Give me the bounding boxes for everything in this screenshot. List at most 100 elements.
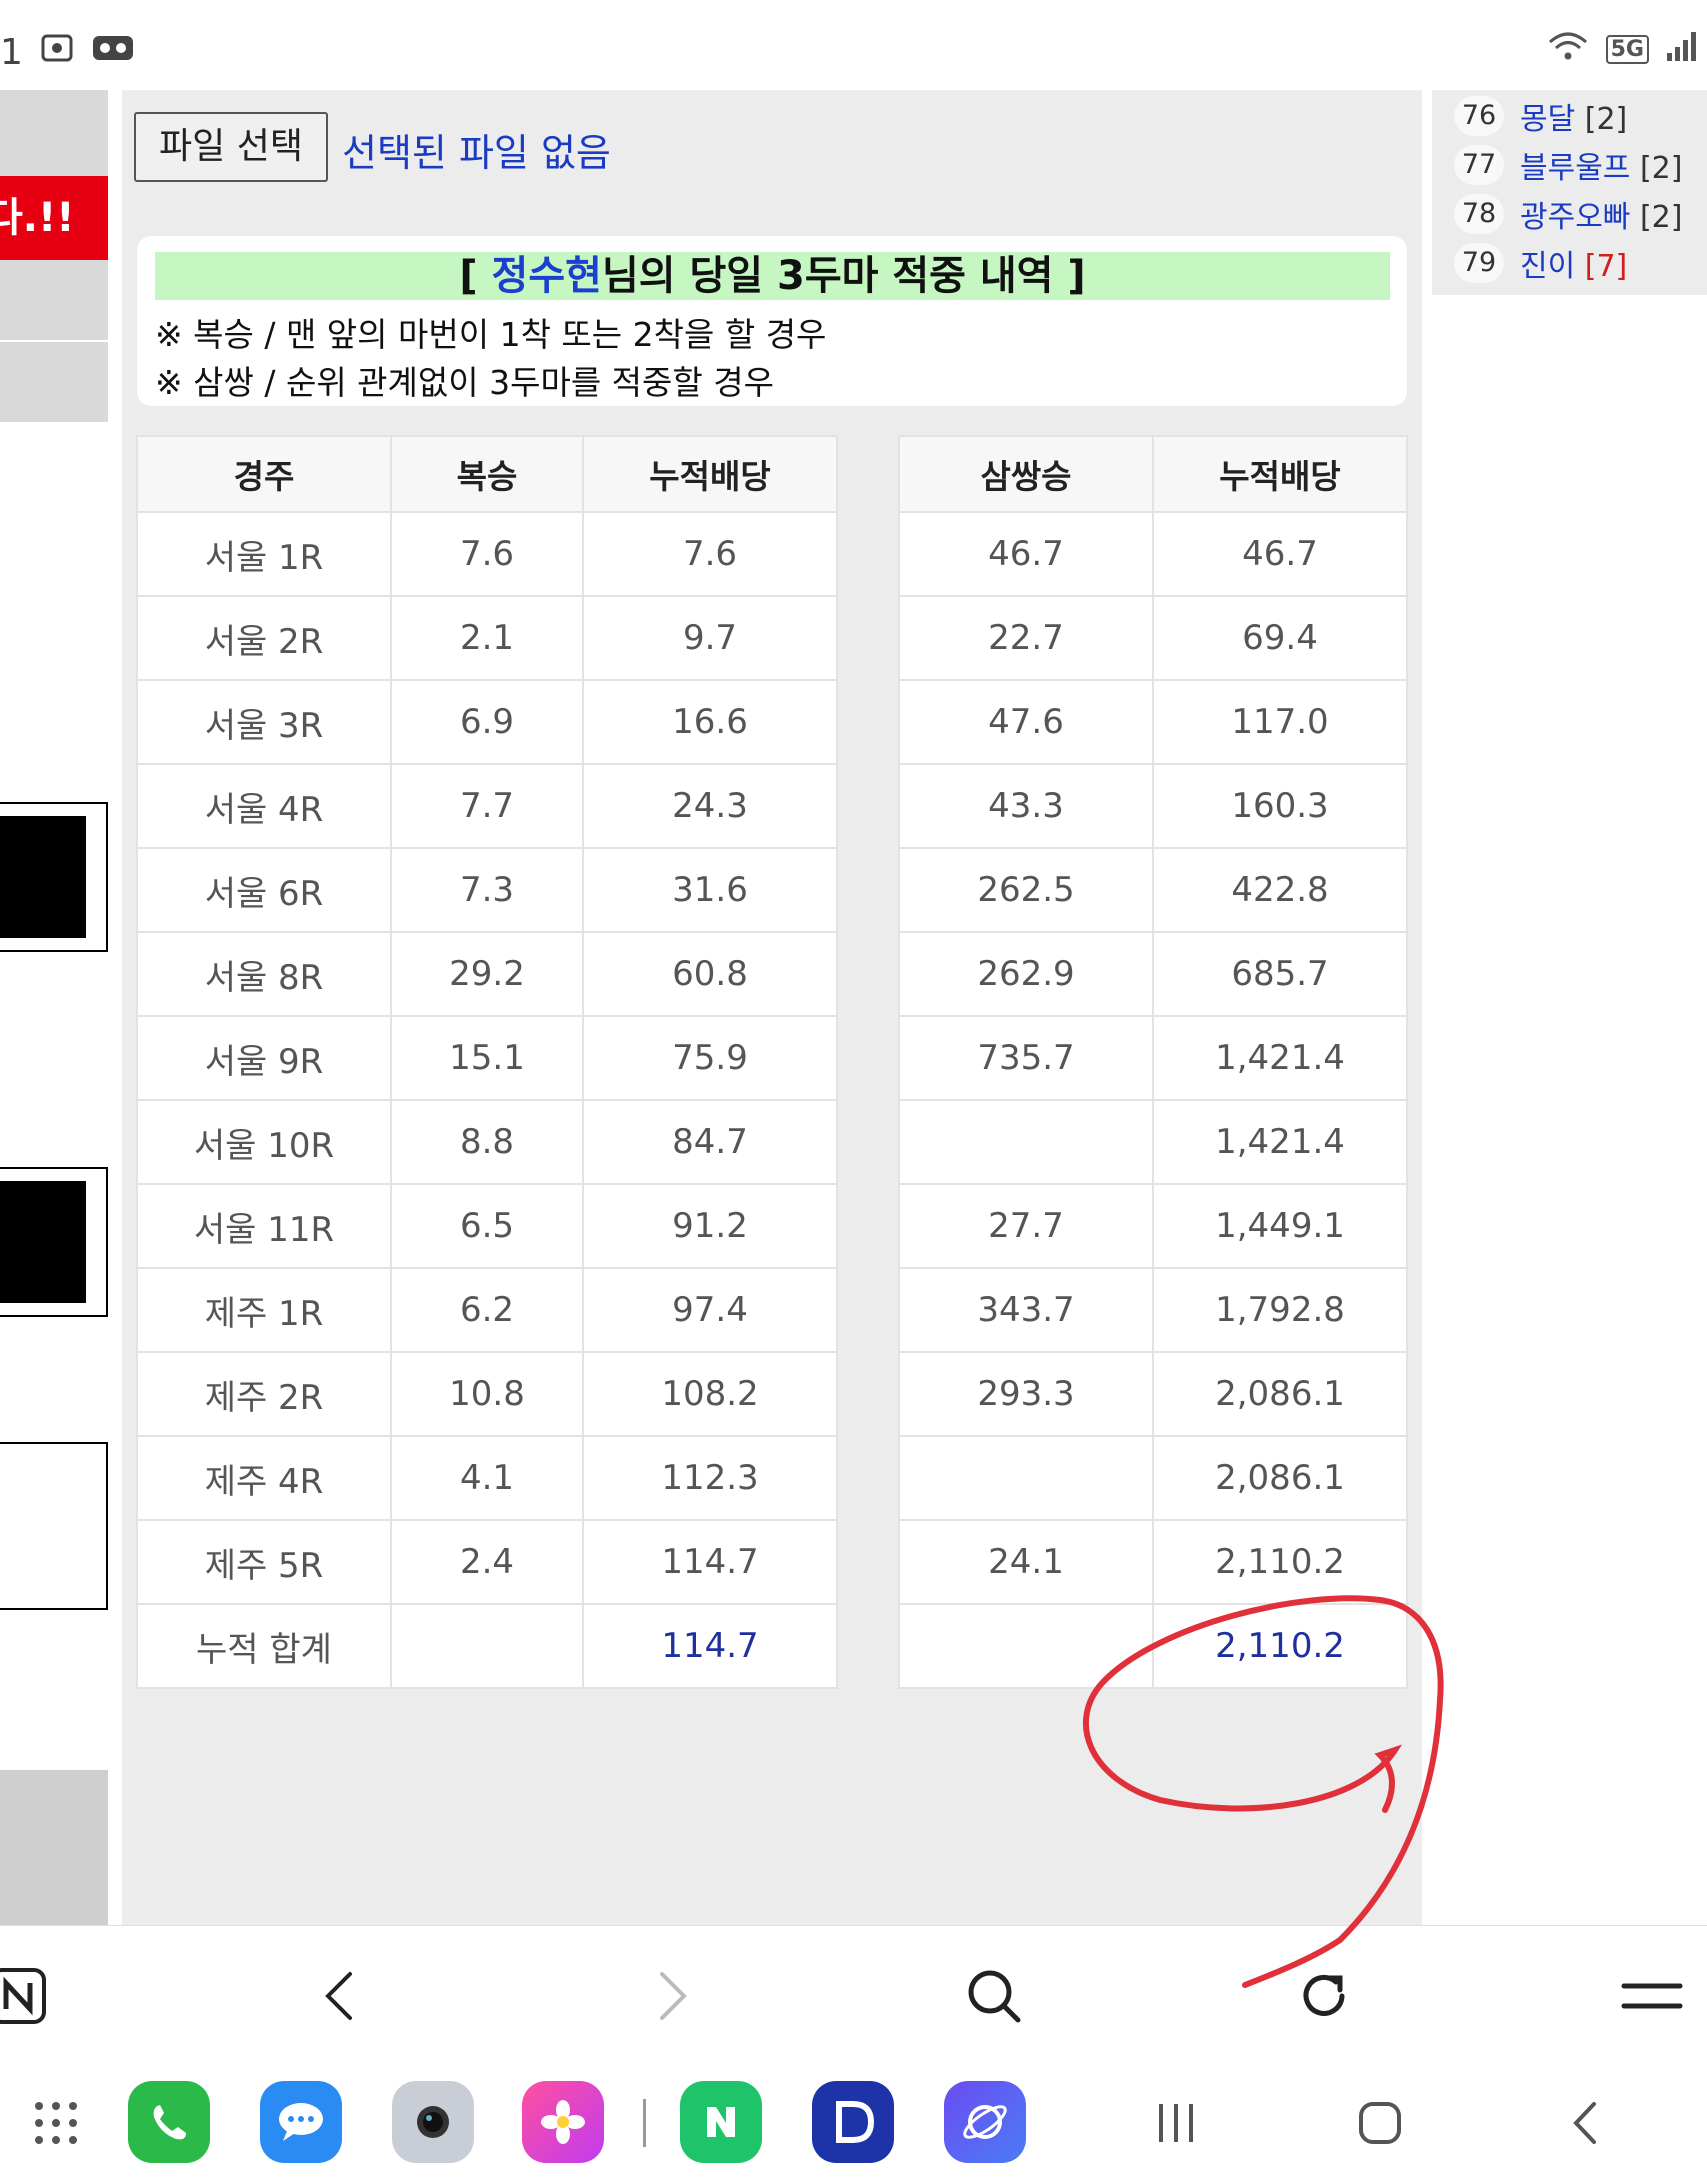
total-label: 누적 합계 (136, 1603, 392, 1689)
browser-toolbar (0, 1925, 1707, 2066)
naver-icon[interactable] (680, 2081, 762, 2163)
back-icon[interactable] (308, 1964, 372, 2028)
race-cell: 제주 1R (136, 1267, 392, 1353)
forward-icon[interactable] (640, 1964, 704, 2028)
ranking-nickname[interactable]: 블루울프 (1520, 151, 1630, 186)
left-ad-frame[interactable] (0, 1167, 108, 1317)
left-ad-image (0, 816, 86, 938)
ranking-nickname[interactable]: 진이 (1520, 249, 1575, 284)
cumulative-cell: 31.6 (582, 847, 838, 933)
table-row: 24.1 2,110.2 (898, 1519, 1408, 1605)
table-row: 서울 6R 7.3 31.6 (136, 847, 838, 933)
ranking-nickname[interactable]: 광주오빠 (1520, 200, 1630, 235)
column-header: 누적배당 (582, 435, 838, 513)
total-row: 2,110.2 (898, 1603, 1408, 1689)
cumulative-cell: 112.3 (582, 1435, 838, 1521)
column-header: 삼쌍승 (898, 435, 1154, 513)
table-row: 1,421.4 (898, 1099, 1408, 1185)
quinella-cell: 7.7 (390, 763, 584, 849)
app-drawer-icon[interactable] (26, 2093, 86, 2153)
cumulative-cell: 117.0 (1152, 679, 1408, 765)
title-bracket: [ (459, 253, 492, 299)
cumulative-cell: 91.2 (582, 1183, 838, 1269)
left-gray-block (0, 260, 108, 340)
ranking-count: [7] (1584, 249, 1628, 284)
cumulative-cell: 1,792.8 (1152, 1267, 1408, 1353)
status-left: 1 (0, 28, 135, 77)
cumulative-cell: 1,449.1 (1152, 1183, 1408, 1269)
table-row: 제주 5R 2.4 114.7 (136, 1519, 838, 1605)
column-header: 복승 (390, 435, 584, 513)
messages-icon[interactable] (260, 2081, 342, 2163)
left-ad-frame[interactable] (0, 1442, 108, 1610)
race-cell: 서울 4R (136, 763, 392, 849)
trifecta-cell: 47.6 (898, 679, 1154, 765)
trifecta-cell: 24.1 (898, 1519, 1154, 1605)
ranking-item[interactable]: 78 광주오빠 [2] (1454, 194, 1682, 235)
quinella-cell: 10.8 (390, 1351, 584, 1437)
status-bar: 1 5G (0, 0, 1707, 90)
dock-divider (643, 2099, 646, 2147)
file-status-text: 선택된 파일 없음 (342, 131, 611, 175)
trifecta-cell: 22.7 (898, 595, 1154, 681)
menu-icon[interactable] (1620, 1964, 1684, 2028)
left-gray-block (0, 90, 108, 176)
trifecta-cell (898, 1099, 1154, 1185)
left-ad-image (0, 1181, 86, 1303)
phone-icon[interactable] (128, 2081, 210, 2163)
notice-title: [ 정수현님의 당일 3두마 적중 내역 ] (155, 252, 1390, 300)
table-row: 262.5 422.8 (898, 847, 1408, 933)
left-photo (0, 1770, 108, 1925)
wifi-icon (1546, 28, 1590, 71)
notice-line-trifecta: ※ 삼쌍 / 순위 관계없이 3두마를 적중할 경우 (155, 363, 774, 402)
ranking-item[interactable]: 77 블루울프 [2] (1454, 143, 1682, 187)
cumulative-cell: 685.7 (1152, 931, 1408, 1017)
left-red-banner[interactable]: 다.!! (0, 176, 108, 260)
recents-icon[interactable] (1146, 2093, 1206, 2153)
d-app-icon[interactable] (812, 2081, 894, 2163)
search-icon[interactable] (962, 1964, 1026, 2028)
quinella-cell: 2.1 (390, 595, 584, 681)
nav-back-icon[interactable] (1556, 2093, 1616, 2153)
ranking-item[interactable]: 76 몽달 [2] (1454, 96, 1627, 137)
internet-icon[interactable] (944, 2081, 1026, 2163)
race-cell: 제주 5R (136, 1519, 392, 1605)
camera-icon[interactable] (392, 2081, 474, 2163)
table-row: 2,086.1 (898, 1435, 1408, 1521)
table-row: 서울 11R 6.5 91.2 (136, 1183, 838, 1269)
trifecta-cell: 293.3 (898, 1351, 1154, 1437)
quinella-cell: 6.5 (390, 1183, 584, 1269)
left-ad-frame[interactable] (0, 802, 108, 952)
trifecta-cell: 735.7 (898, 1015, 1154, 1101)
race-cell: 서울 2R (136, 595, 392, 681)
quinella-cell: 6.2 (390, 1267, 584, 1353)
left-sidebar: 다.!! (0, 90, 108, 1925)
cumulative-cell: 1,421.4 (1152, 1015, 1408, 1101)
gallery-icon[interactable] (522, 2081, 604, 2163)
cumulative-cell: 97.4 (582, 1267, 838, 1353)
race-cell: 제주 4R (136, 1435, 392, 1521)
cumulative-cell: 2,086.1 (1152, 1435, 1408, 1521)
cumulative-cell: 7.6 (582, 511, 838, 597)
ranking-number: 76 (1454, 96, 1504, 136)
table-row: 22.7 69.4 (898, 595, 1408, 681)
reload-icon[interactable] (1292, 1964, 1356, 2028)
ranking-nickname[interactable]: 몽달 (1520, 102, 1575, 137)
trifecta-cell: 43.3 (898, 763, 1154, 849)
home-icon[interactable] (1350, 2093, 1410, 2153)
table-row: 343.7 1,792.8 (898, 1267, 1408, 1353)
cumulative-cell: 108.2 (582, 1351, 838, 1437)
ranking-name: 블루울프 [2] (1520, 143, 1682, 187)
cumulative-cell: 422.8 (1152, 847, 1408, 933)
status-right: 5G (1546, 28, 1699, 71)
trifecta-cell: 27.7 (898, 1183, 1154, 1269)
quinella-cell: 15.1 (390, 1015, 584, 1101)
naver-n-icon[interactable] (0, 1964, 50, 2028)
cumulative-cell: 2,110.2 (1152, 1519, 1408, 1605)
quinella-cell: 8.8 (390, 1099, 584, 1185)
table-row: 서울 10R 8.8 84.7 (136, 1099, 838, 1185)
ranking-panel: 76 몽달 [2] 77 블루울프 [2] 78 광주오빠 [2] 79 진이 [7] (1432, 90, 1707, 295)
trifecta-cell (898, 1435, 1154, 1521)
ranking-item[interactable]: 79 진이 [7] (1454, 243, 1628, 284)
file-select-button[interactable]: 파일 선택 (134, 112, 328, 182)
